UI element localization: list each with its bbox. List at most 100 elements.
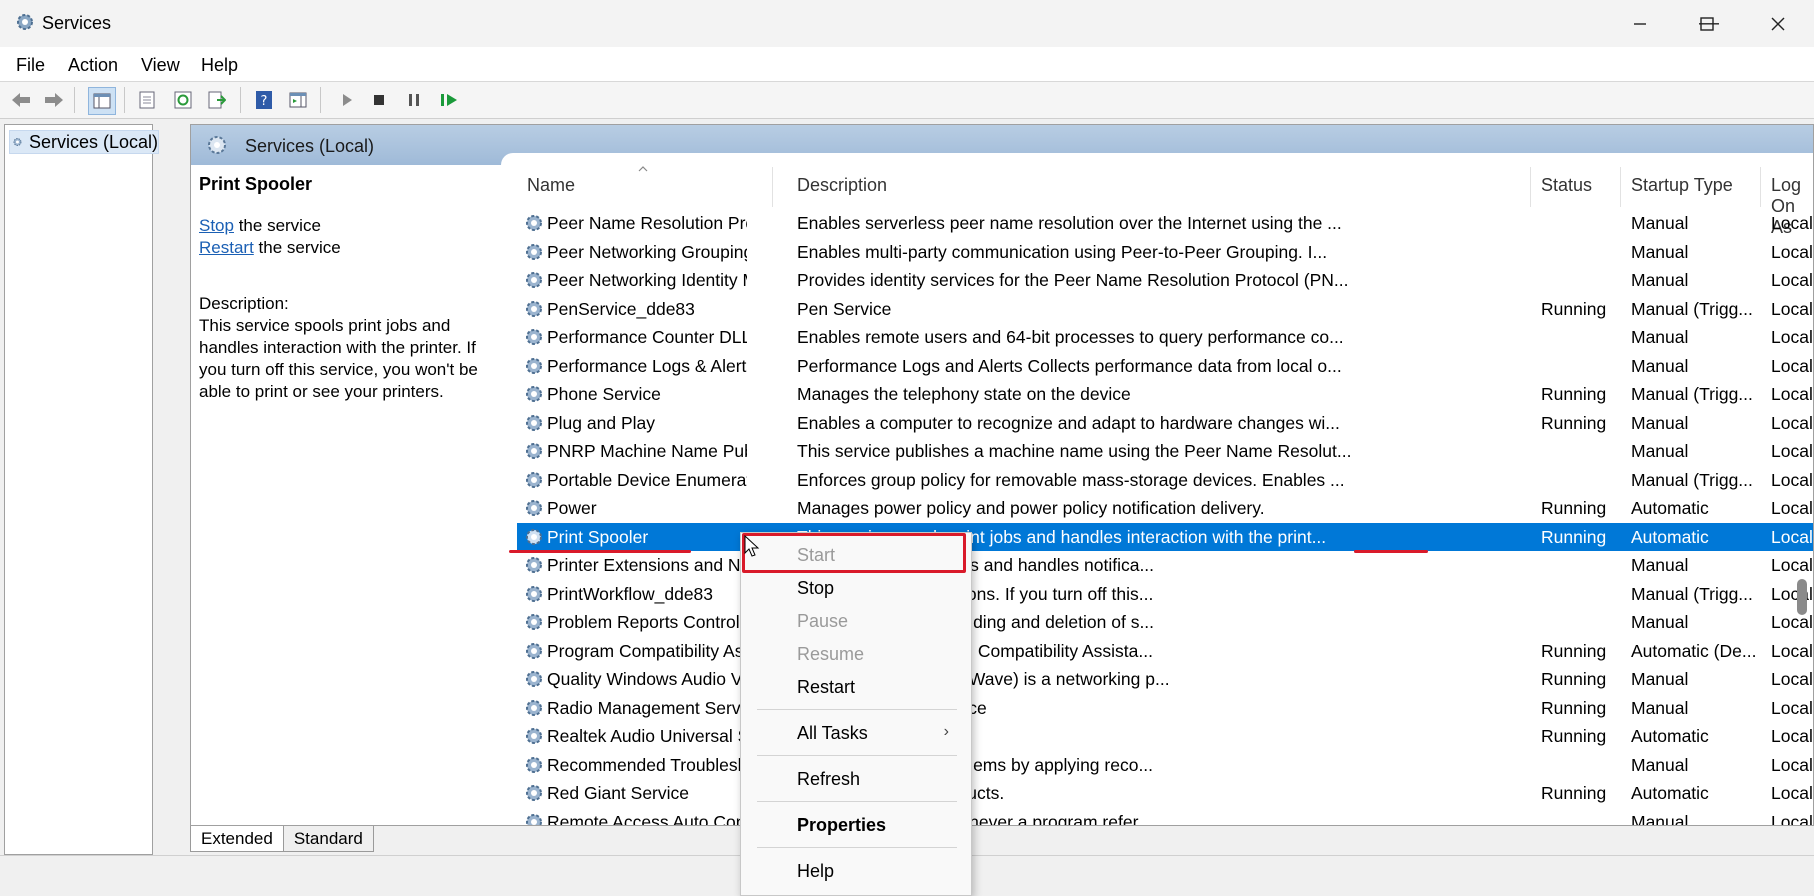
menu-item-help[interactable]: Help — [797, 861, 834, 882]
submenu-arrow-icon: › — [943, 723, 949, 740]
restart-service-link[interactable]: Restart — [199, 238, 254, 257]
service-gear-icon — [523, 212, 545, 239]
table-row[interactable]: Peer Name Resolution Proto... Enables ser… — [517, 209, 1813, 239]
restart-service-button[interactable] — [438, 89, 460, 111]
table-row[interactable]: Problem Reports Control upport for viewin… — [517, 608, 1813, 636]
stop-icon — [374, 95, 384, 105]
column-header-status[interactable]: Status — [1541, 175, 1592, 196]
service-gear-icon — [523, 469, 545, 496]
menu-item-properties[interactable]: Properties — [797, 815, 886, 836]
table-row[interactable]: Plug and Play Enables a computer to recog… — [517, 409, 1813, 437]
service-description-cell: Pen Service — [797, 298, 892, 319]
table-row[interactable]: Peer Networking Grouping Enables multi-pa… — [517, 238, 1813, 268]
service-gear-icon — [523, 383, 545, 410]
table-row[interactable]: Phone Service Manages the telephony state… — [517, 380, 1813, 410]
maximize-button[interactable] — [1672, 0, 1742, 47]
table-row[interactable]: Peer Networking Identity M... Provides id… — [517, 266, 1813, 294]
service-startup-cell: Manual — [1631, 327, 1689, 347]
service-gear-icon — [523, 754, 545, 781]
table-row[interactable]: Power Manages power policy and power poli… — [517, 494, 1813, 524]
back-arrow-icon — [12, 93, 30, 107]
services-gear-icon — [14, 11, 36, 38]
service-status-cell: Running — [1541, 783, 1607, 803]
menu-item-resume[interactable]: Resume — [797, 644, 864, 665]
service-gear-icon — [523, 241, 545, 268]
menu-item-restart[interactable]: Restart — [797, 677, 855, 698]
table-row[interactable]: Remote Access Auto Conn a remote network … — [517, 808, 1813, 826]
service-gear-icon — [523, 298, 545, 325]
menu-view[interactable]: View — [141, 55, 180, 76]
service-startup-cell: Manual (Trigg... — [1631, 469, 1753, 490]
menu-item-all-tasks[interactable]: All Tasks — [797, 723, 967, 744]
pause-service-button[interactable] — [403, 89, 425, 111]
export-list-button[interactable] — [206, 89, 228, 111]
help-toolbar-button[interactable]: ? — [253, 89, 275, 111]
service-startup-cell: Manual (Trigg... — [1631, 583, 1753, 604]
table-row[interactable]: Performance Logs & Alerts Performance Log… — [517, 352, 1813, 380]
column-header-name[interactable]: Name — [527, 175, 575, 196]
properties-toolbar-button[interactable] — [136, 89, 158, 111]
tree-node-services-local[interactable]: Services (Local) — [9, 130, 159, 154]
title-bar: Services — — [0, 0, 1814, 47]
close-icon — [1771, 17, 1785, 30]
table-row[interactable]: PNRP Machine Name Public... This service … — [517, 437, 1813, 465]
column-header-startup-type[interactable]: Startup Type — [1631, 175, 1733, 196]
service-status-cell: Running — [1541, 298, 1607, 319]
annotation-underline-name — [509, 550, 691, 553]
menu-item-pause[interactable]: Pause — [797, 611, 848, 632]
show-hide-console-tree-button[interactable] — [88, 87, 116, 115]
refresh-toolbar-button[interactable] — [172, 89, 194, 111]
close-button[interactable] — [1743, 0, 1813, 47]
table-row[interactable]: Realtek Audio Universal Sl ServiceRunnin… — [517, 722, 1813, 752]
restart-link-suffix: the service — [253, 238, 341, 257]
table-row[interactable]: Recommended Troublesh igation for known p… — [517, 751, 1813, 781]
service-name-cell: Print Spooler — [547, 526, 649, 547]
table-row[interactable]: Red Giant Serviceces to Red Giant produc… — [517, 779, 1813, 807]
show-action-pane-button[interactable] — [287, 89, 309, 111]
table-row[interactable]: Portable Device Enumerator ... Enforces g… — [517, 466, 1813, 496]
service-startup-cell: Automatic — [1631, 726, 1709, 746]
restart-icon — [441, 94, 457, 106]
scrollbar-thumb[interactable] — [1797, 579, 1807, 615]
service-name-cell: Performance Logs & Alerts — [547, 355, 747, 376]
service-name-cell: Remote Access Auto Conn — [547, 811, 747, 826]
service-name-cell: Recommended Troublesh — [547, 754, 747, 775]
service-gear-icon — [523, 811, 545, 825]
forward-button[interactable] — [43, 89, 65, 111]
table-row[interactable]: Performance Counter DLL H... Enables remo… — [517, 323, 1813, 351]
tab-extended[interactable]: Extended — [190, 826, 284, 852]
service-startup-cell: Automatic — [1631, 498, 1709, 518]
column-header-description[interactable]: Description — [797, 175, 887, 196]
menu-item-stop[interactable]: Stop — [797, 578, 834, 599]
service-startup-cell: Manual — [1631, 811, 1689, 826]
service-gear-icon — [523, 725, 545, 752]
service-gear-icon — [523, 497, 545, 524]
services-gear-icon — [13, 138, 22, 146]
table-row-selected[interactable]: Print Spooler This service spools print j… — [517, 522, 1813, 551]
service-startup-cell: Manual — [1631, 697, 1689, 718]
service-status-cell: Running — [1541, 726, 1607, 746]
tab-standard[interactable]: Standard — [282, 826, 374, 852]
table-row[interactable]: Radio Management Servid Airplane Mode Se… — [517, 694, 1813, 724]
description-text: This service spools print jobs and handl… — [199, 316, 478, 401]
service-description-cell: Manages power policy and power policy no… — [797, 498, 1265, 518]
table-row[interactable]: PrintWorkflow_dde83 rint Workflow applica… — [517, 580, 1813, 608]
minimize-button[interactable] — [1605, 0, 1675, 47]
menu-help[interactable]: Help — [201, 55, 238, 76]
table-row[interactable]: PenService_dde83 Pen Service Running Manual… — [517, 295, 1813, 325]
service-gear-icon — [523, 697, 545, 724]
menu-item-refresh[interactable]: Refresh — [797, 769, 860, 790]
back-button[interactable] — [10, 89, 32, 111]
table-row[interactable]: Quality Windows Audio Vo Video Experienc… — [517, 665, 1813, 693]
table-row[interactable]: Program Compatibility As upport for the P… — [517, 637, 1813, 665]
stop-service-link[interactable]: Stop — [199, 216, 234, 235]
tree-node-label: Services (Local) — [28, 131, 158, 152]
start-service-button[interactable] — [336, 89, 358, 111]
menu-action[interactable]: Action — [68, 55, 118, 76]
table-row[interactable]: Printer Extensions and No om printer dial… — [517, 551, 1813, 579]
stop-service-button[interactable] — [368, 89, 390, 111]
menu-file[interactable]: File — [16, 55, 45, 76]
service-startup-cell: Automatic — [1631, 783, 1709, 803]
service-name-cell: Plug and Play — [547, 412, 655, 433]
vertical-scrollbar[interactable] — [1791, 165, 1811, 825]
